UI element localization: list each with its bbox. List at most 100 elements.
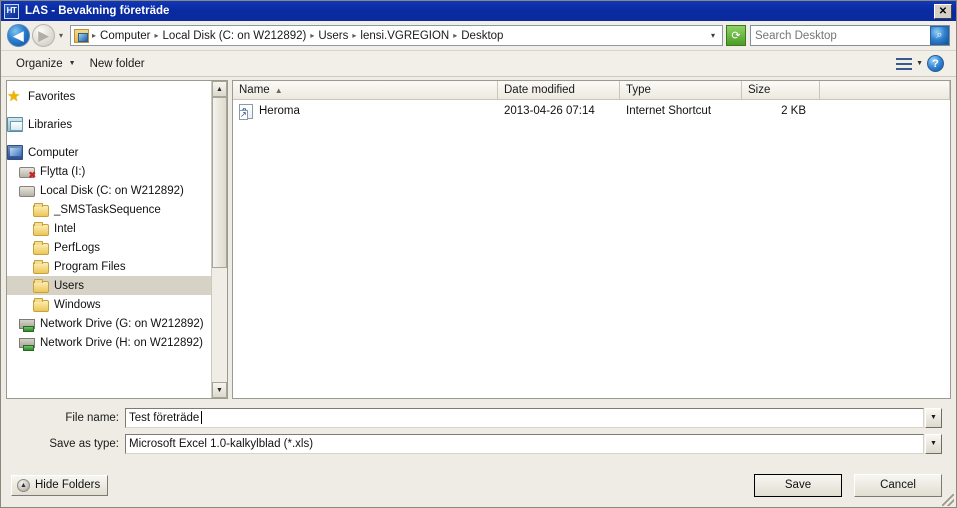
search-box[interactable]: ⌕ [750,25,950,46]
favorites-star-icon [7,87,23,105]
list-view-icon[interactable] [896,57,913,71]
navigation-scrollbar[interactable]: ▲ ▼ [211,81,227,398]
breadcrumb-item-computer[interactable]: Computer [97,30,154,42]
dialog-footer: ▲ Hide Folders Save Cancel [1,463,956,507]
breadcrumb-item-desktop[interactable]: Desktop [458,30,506,42]
scroll-up-button[interactable]: ▲ [212,81,227,97]
column-label: Size [748,84,771,96]
tree-item-label: Intel [54,222,76,235]
drive-icon [19,186,35,197]
file-list-pane: Name ▲ Date modified Type Size Heroma [232,80,951,399]
back-arrow-icon: ◀ [13,28,24,43]
help-icon[interactable]: ? [927,55,944,72]
column-header-size[interactable]: Size [742,81,820,99]
forward-arrow-icon: ▶ [38,28,49,43]
folder-icon [33,202,49,217]
hide-folders-label: Hide Folders [35,479,101,491]
navigation-pane: Favorites Libraries Computer Flytta (I:)… [6,80,228,399]
save-button[interactable]: Save [754,473,842,497]
breadcrumb-bar[interactable]: ▸ Computer ▸ Local Disk (C: on W212892) … [70,25,723,46]
column-label: Date modified [504,84,575,96]
file-name-value: Test företräde [129,411,200,424]
tree-item-libraries[interactable]: Libraries [7,115,211,134]
breadcrumb-item-lensi[interactable]: lensi.VGREGION [357,30,452,42]
title-bar: HT LAS - Bevakning företräde ✕ [1,1,956,21]
tree-item-network-drive-g[interactable]: Network Drive (G: on W212892) [7,314,211,333]
resize-grip[interactable] [942,494,954,506]
search-input[interactable] [755,29,930,42]
organize-label: Organize [16,57,63,70]
new-folder-button[interactable]: New folder [83,56,152,72]
organize-button[interactable]: Organize ▼ [9,56,83,72]
address-bar: ◀ ▶ ▾ ▸ Computer ▸ Local Disk (C: on W21… [1,21,956,51]
file-name-label: File name: [65,411,119,424]
tree-item-favorites[interactable]: Favorites [7,87,211,106]
libraries-icon [7,117,23,132]
tree-item-network-drive-h[interactable]: Network Drive (H: on W212892) [7,333,211,352]
command-bar: Organize ▼ New folder ▼ ? [1,51,956,77]
breadcrumb-item-users[interactable]: Users [315,30,351,42]
computer-folder-icon [74,28,89,43]
chevron-down-icon[interactable]: ▾ [707,31,719,40]
table-row[interactable]: Heroma 2013-04-26 07:14 Internet Shortcu… [233,100,950,122]
history-dropdown-button[interactable]: ▾ [55,31,67,40]
cancel-button[interactable]: Cancel [854,473,942,497]
forward-button[interactable]: ▶ [32,24,55,47]
dialog-buttons: Save Cancel [754,473,942,497]
scroll-down-button[interactable]: ▼ [212,382,227,398]
column-header-type[interactable]: Type [620,81,742,99]
dialog-body: Favorites Libraries Computer Flytta (I:)… [1,77,956,399]
file-name-dropdown-button[interactable]: ▼ [925,407,942,428]
column-header-name[interactable]: Name ▲ [233,81,498,99]
chevron-down-icon: ▼ [68,60,76,67]
save-as-type-select[interactable]: Microsoft Excel 1.0-kalkylblad (*.xls) [125,433,924,454]
save-as-type-dropdown-button[interactable]: ▼ [925,433,942,454]
command-bar-right: ▼ ? [896,55,948,72]
tree-item-computer[interactable]: Computer [7,143,211,162]
tree-item-label: Libraries [28,118,73,131]
save-as-type-row: Save as type: Microsoft Excel 1.0-kalkyl… [15,433,942,454]
window-title: LAS - Bevakning företräde [25,5,170,17]
tree-item-intel[interactable]: Intel [7,219,211,238]
close-icon[interactable]: ✕ [934,4,952,19]
back-button[interactable]: ◀ [7,24,30,47]
tree-item-label: Program Files [54,260,126,273]
new-folder-label: New folder [89,57,145,70]
tree-item-smstasksequence[interactable]: _SMSTaskSequence [7,200,211,219]
refresh-button[interactable]: ⟳ [726,25,746,46]
folder-icon [33,278,49,293]
network-drive-icon [19,338,35,351]
computer-icon [7,145,23,160]
search-icon[interactable]: ⌕ [930,26,949,45]
tree-item-label: Network Drive (H: on W212892) [40,336,203,349]
scrollbar-thumb[interactable] [212,97,227,268]
file-name-row: File name: Test företräde ▼ [15,407,942,428]
tree-item-program-files[interactable]: Program Files [7,257,211,276]
scrollbar-track[interactable] [212,97,227,382]
tree-item-label: Network Drive (G: on W212892) [40,317,204,330]
view-chevron-down-icon[interactable]: ▼ [916,60,923,67]
tree-item-label: Flytta (I:) [40,165,86,178]
tree-item-label: _SMSTaskSequence [54,203,161,216]
app-icon: HT [4,3,19,19]
tree-item-windows[interactable]: Windows [7,295,211,314]
file-list-header: Name ▲ Date modified Type Size [233,81,950,100]
tree-item-flytta[interactable]: Flytta (I:) [7,162,211,181]
tree-item-label: Computer [28,146,79,159]
save-form: File name: Test företräde ▼ Save as type… [1,399,956,463]
tree-item-label: Windows [54,298,101,311]
tree-item-perflogs[interactable]: PerfLogs [7,238,211,257]
tree-item-local-disk[interactable]: Local Disk (C: on W212892) [7,181,211,200]
breadcrumb-item-local-disk[interactable]: Local Disk (C: on W212892) [160,30,310,42]
file-type-cell: Internet Shortcut [626,105,712,117]
folder-icon [33,297,49,312]
tree-item-label: PerfLogs [54,241,101,254]
save-as-type-label: Save as type: [49,437,119,450]
column-header-filler [820,81,950,99]
hide-folders-button[interactable]: ▲ Hide Folders [11,474,109,496]
column-header-date-modified[interactable]: Date modified [498,81,620,99]
tree-item-users[interactable]: Users [7,276,211,295]
save-as-type-value: Microsoft Excel 1.0-kalkylblad (*.xls) [129,437,314,450]
file-name-input[interactable]: Test företräde [125,407,924,428]
file-name-cell: Heroma [233,103,498,120]
